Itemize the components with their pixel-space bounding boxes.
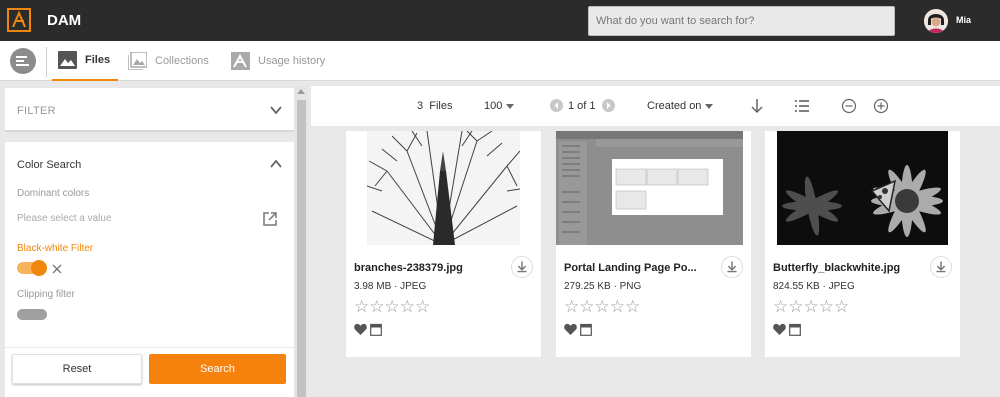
asset-name[interactable]: Portal Landing Page Po... (564, 262, 712, 274)
menu-toggle-button[interactable] (10, 48, 36, 74)
dominant-colors-select[interactable]: Please select a value (17, 213, 112, 224)
tab-collections-label: Collections (155, 55, 209, 67)
asset-meta: 3.98 MB · JPEG (354, 281, 427, 292)
usage-history-icon (231, 52, 250, 70)
asset-thumbnail[interactable] (367, 131, 520, 245)
zoom-out-icon[interactable] (841, 98, 857, 114)
toggle-knob (31, 260, 47, 276)
asset-card[interactable]: Portal Landing Page Po... 279.25 KB · PN… (556, 131, 751, 357)
clipping-toggle[interactable] (17, 309, 47, 320)
reset-button[interactable]: Reset (12, 354, 142, 384)
user-name[interactable]: Mia (956, 15, 971, 25)
global-search-input[interactable] (588, 6, 895, 36)
tab-files-label: Files (85, 54, 111, 66)
open-external-icon[interactable] (263, 212, 277, 226)
nav-bar: Files Collections Usage history (0, 41, 1000, 81)
calendar-icon[interactable] (370, 323, 382, 336)
asset-meta: 279.25 KB · PNG (564, 281, 642, 292)
calendar-icon[interactable] (789, 323, 801, 336)
clipping-filter-label: Clipping filter (17, 289, 75, 300)
filter-title: FILTER (17, 105, 56, 117)
dominant-colors-label: Dominant colors (17, 188, 90, 199)
zoom-in-icon[interactable] (873, 98, 889, 114)
asset-name[interactable]: branches-238379.jpg (354, 262, 502, 274)
per-page-select[interactable]: 100 (484, 100, 515, 112)
tab-usage-history[interactable]: Usage history (231, 41, 325, 81)
download-icon[interactable] (930, 256, 952, 278)
caret-down-icon (705, 103, 714, 109)
scrollbar-thumb[interactable] (297, 100, 306, 397)
filter-header[interactable]: FILTER (5, 88, 294, 132)
download-icon[interactable] (721, 256, 743, 278)
list-view-icon[interactable] (794, 98, 810, 114)
sort-direction-icon[interactable] (749, 98, 765, 114)
asset-thumbnail[interactable] (556, 131, 743, 245)
color-search-panel: Color Search Dominant colors Please sele… (5, 142, 294, 347)
results-toolbar: 3 Files 100 1 of 1 Created on (311, 86, 1000, 126)
chevron-up-icon[interactable] (270, 158, 282, 170)
search-button[interactable]: Search (149, 354, 286, 384)
color-search-title: Color Search (17, 159, 82, 171)
close-icon[interactable] (52, 264, 62, 274)
sort-select[interactable]: Created on (647, 100, 714, 112)
filter-actions: Reset Search (5, 348, 294, 397)
image-icon (58, 51, 77, 69)
caret-down-icon (506, 103, 515, 109)
black-white-toggle[interactable] (17, 260, 47, 276)
download-icon[interactable] (511, 256, 533, 278)
user-avatar-icon (924, 9, 948, 33)
tree-photo-image (367, 131, 520, 245)
top-bar: DAM Mia (0, 0, 1000, 41)
tab-files[interactable]: Files (52, 41, 118, 81)
heart-icon[interactable] (564, 323, 577, 336)
dam-logo-icon[interactable] (7, 8, 31, 32)
collections-icon (128, 52, 147, 70)
app-title: DAM (47, 12, 82, 29)
avatar[interactable] (924, 9, 948, 33)
asset-card[interactable]: branches-238379.jpg 3.98 MB · JPEG ☆☆☆☆☆ (346, 131, 541, 357)
tab-usage-history-label: Usage history (258, 55, 326, 67)
rating-stars[interactable]: ☆☆☆☆☆ (564, 298, 640, 316)
next-page-icon[interactable] (602, 99, 615, 112)
scroll-up-icon[interactable] (297, 89, 305, 94)
file-count: 3 Files (417, 100, 453, 112)
pagination-text: 1 of 1 (568, 100, 596, 112)
chevron-down-icon[interactable] (270, 104, 282, 116)
butterfly-photo-image (777, 131, 948, 245)
prev-page-icon[interactable] (550, 99, 563, 112)
asset-card[interactable]: Butterfly_blackwhite.jpg 824.55 KB · JPE… (765, 131, 960, 357)
asset-name[interactable]: Butterfly_blackwhite.jpg (773, 262, 921, 274)
calendar-icon[interactable] (580, 323, 592, 336)
heart-icon[interactable] (354, 323, 367, 336)
tab-collections[interactable]: Collections (128, 41, 209, 81)
rating-stars[interactable]: ☆☆☆☆☆ (773, 298, 849, 316)
heart-icon[interactable] (773, 323, 786, 336)
portal-screenshot-image (556, 131, 743, 245)
black-white-filter-label: Black-white Filter (17, 243, 94, 254)
nav-divider (46, 47, 47, 77)
asset-meta: 824.55 KB · JPEG (773, 281, 855, 292)
asset-thumbnail[interactable] (777, 131, 948, 245)
rating-stars[interactable]: ☆☆☆☆☆ (354, 298, 430, 316)
